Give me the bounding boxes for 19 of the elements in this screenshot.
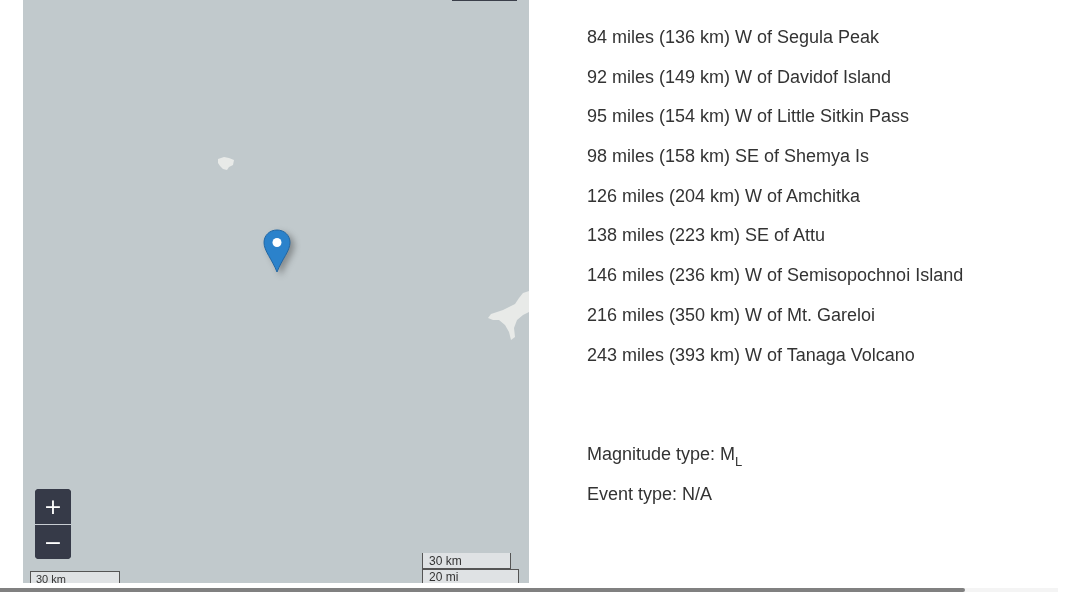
nearby-place: 138 miles (223 km) SE of Attu <box>587 224 827 248</box>
map[interactable]: + − 30 km 30 km 20 mi <box>23 0 529 583</box>
nearby-place: 216 miles (350 km) W of Mt. Gareloi <box>587 303 877 327</box>
island-shape <box>488 291 529 340</box>
nearby-place: 95 miles (154 km) W of Little Sitkin Pass <box>587 105 911 129</box>
nearby-place: 92 miles (149 km) W of Davidof Island <box>587 65 893 89</box>
nearby-place: 243 miles (393 km) W of Tanaga Volcano <box>587 343 916 367</box>
magnitude-type: Magnitude type: M$_{L}$ <box>587 442 744 466</box>
zoom-out-button[interactable]: − <box>35 524 71 559</box>
scale-bar: 30 km <box>422 553 511 569</box>
map-pin-icon[interactable] <box>263 229 291 273</box>
scale-bar: 20 mi <box>422 569 519 583</box>
event-type: Event type: N/A <box>587 482 714 506</box>
scale-bar: 30 km <box>30 571 120 583</box>
nearby-place: 126 miles (204 km) W of Amchitka <box>587 184 862 208</box>
island-shape <box>218 157 234 170</box>
nearby-place: 84 miles (136 km) W of Segula Peak <box>587 26 881 49</box>
nearby-place: 146 miles (236 km) W of Semisopochnoi Island <box>587 264 964 288</box>
nearby-place: 98 miles (158 km) SE of Shemya Is <box>587 145 871 169</box>
